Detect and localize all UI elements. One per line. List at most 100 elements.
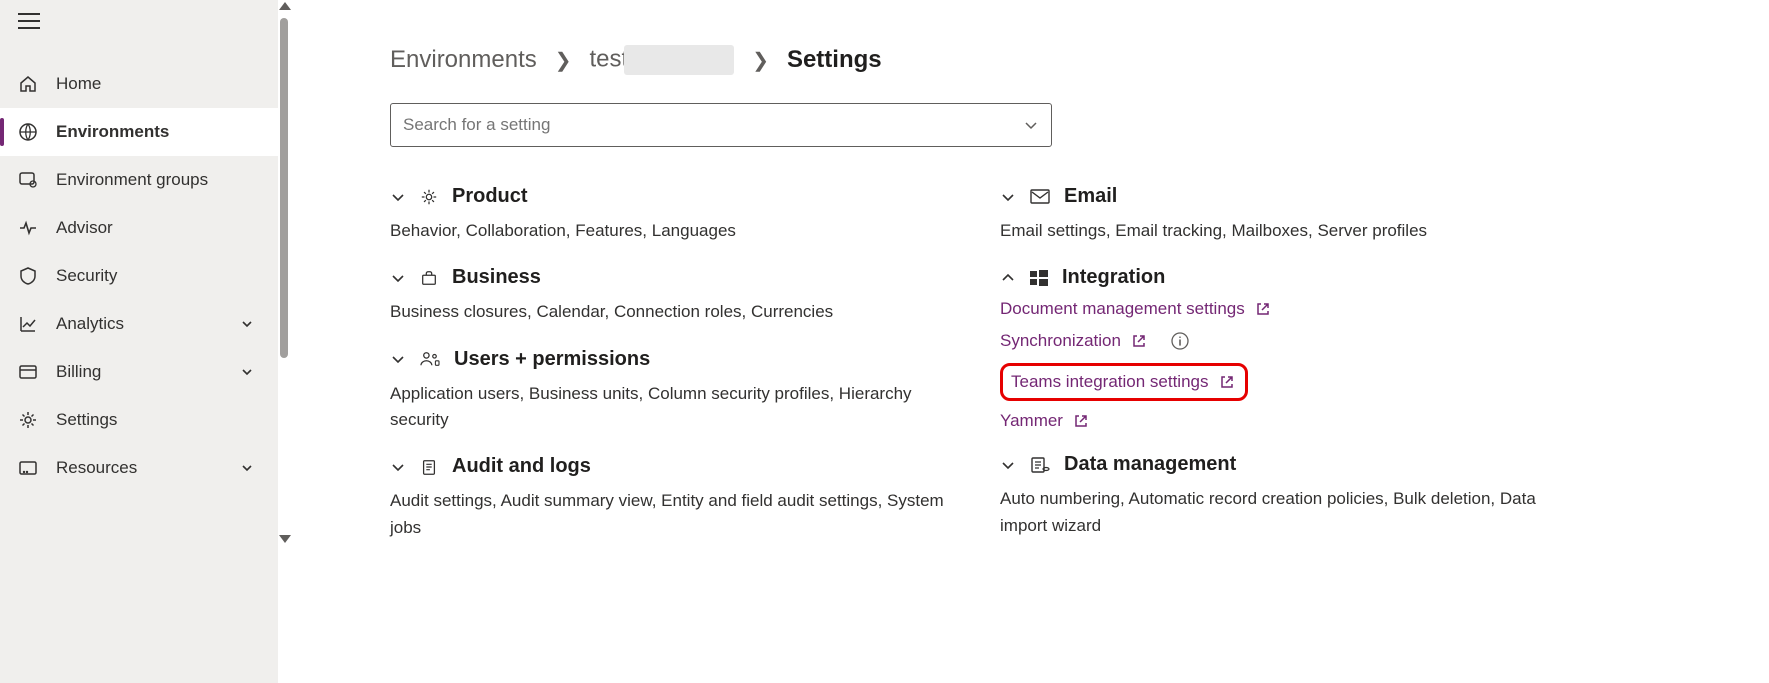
globe-icon	[18, 122, 40, 142]
sidebar-item-label: Advisor	[56, 218, 113, 238]
group-header-data-management[interactable]: Data management	[1000, 453, 1560, 476]
chevron-down-icon	[1000, 189, 1016, 205]
scroll-down-arrow[interactable]	[279, 535, 291, 543]
link-label: Document management settings	[1000, 299, 1245, 319]
scrollbar[interactable]	[278, 0, 292, 683]
hamburger-menu[interactable]	[0, 0, 278, 42]
redacted-block	[624, 45, 734, 75]
group-header-product[interactable]: Product	[390, 185, 950, 208]
sidebar-item-label: Environments	[56, 122, 169, 142]
group-integration: Integration Document management settings…	[1000, 266, 1560, 431]
group-business: Business Business closures, Calendar, Co…	[390, 266, 950, 325]
shield-icon	[18, 266, 40, 286]
group-title: Business	[452, 266, 541, 289]
link-yammer[interactable]: Yammer	[1000, 411, 1560, 431]
group-header-integration[interactable]: Integration	[1000, 266, 1560, 289]
sidebar-item-home[interactable]: Home	[0, 60, 278, 108]
sidebar-item-security[interactable]: Security	[0, 252, 278, 300]
chevron-down-icon	[390, 270, 406, 286]
open-external-icon	[1255, 301, 1271, 317]
chevron-down-icon	[1023, 117, 1039, 133]
group-audit-logs: Audit and logs Audit settings, Audit sum…	[390, 455, 950, 541]
sidebar-item-label: Resources	[56, 458, 137, 478]
resources-icon	[18, 458, 40, 478]
chevron-right-icon: ❯	[752, 48, 769, 73]
sidebar-item-label: Settings	[56, 410, 117, 430]
breadcrumb-environment-name[interactable]: test	[590, 45, 735, 75]
group-header-email[interactable]: Email	[1000, 185, 1560, 208]
group-subtext: Application users, Business units, Colum…	[390, 381, 950, 434]
open-external-icon	[1131, 333, 1147, 349]
briefcase-icon	[420, 269, 438, 287]
group-email: Email Email settings, Email tracking, Ma…	[1000, 185, 1560, 244]
home-icon	[18, 74, 40, 94]
group-subtext: Email settings, Email tracking, Mailboxe…	[1000, 218, 1560, 244]
users-icon	[420, 350, 440, 368]
sidebar-item-label: Analytics	[56, 314, 124, 334]
group-title: Integration	[1062, 266, 1165, 289]
group-subtext: Auto numbering, Automatic record creatio…	[1000, 486, 1560, 539]
group-title: Users + permissions	[454, 348, 650, 371]
group-header-audit[interactable]: Audit and logs	[390, 455, 950, 478]
search-settings-combobox[interactable]	[390, 103, 1052, 147]
billing-icon	[18, 362, 40, 382]
sidebar-item-analytics[interactable]: Analytics	[0, 300, 278, 348]
link-document-management[interactable]: Document management settings	[1000, 299, 1560, 319]
link-label: Synchronization	[1000, 331, 1121, 351]
environment-groups-icon	[18, 170, 40, 190]
group-title: Audit and logs	[452, 455, 591, 478]
group-title: Product	[452, 185, 528, 208]
scroll-thumb[interactable]	[280, 18, 288, 358]
settings-column-right: Email Email settings, Email tracking, Ma…	[1000, 185, 1560, 563]
settings-column-left: Product Behavior, Collaboration, Feature…	[390, 185, 950, 563]
sidebar: Home Environments Environment groups Adv…	[0, 0, 278, 683]
breadcrumb-environments[interactable]: Environments	[390, 46, 537, 74]
sidebar-item-label: Environment groups	[56, 170, 208, 190]
group-users-permissions: Users + permissions Application users, B…	[390, 348, 950, 434]
open-external-icon	[1073, 413, 1089, 429]
chevron-right-icon: ❯	[555, 48, 572, 73]
group-subtext: Business closures, Calendar, Connection …	[390, 299, 950, 325]
link-label: Teams integration settings	[1011, 372, 1209, 392]
chevron-down-icon	[1000, 457, 1016, 473]
search-input[interactable]	[403, 115, 1023, 135]
sidebar-item-label: Security	[56, 266, 117, 286]
group-header-users[interactable]: Users + permissions	[390, 348, 950, 371]
group-subtext: Behavior, Collaboration, Features, Langu…	[390, 218, 950, 244]
open-external-icon	[1219, 374, 1235, 390]
pulse-icon	[18, 218, 40, 238]
sidebar-item-environment-groups[interactable]: Environment groups	[0, 156, 278, 204]
group-data-management: Data management Auto numbering, Automati…	[1000, 453, 1560, 539]
chevron-down-icon	[240, 317, 254, 331]
chevron-up-icon	[1000, 270, 1016, 286]
group-title: Email	[1064, 185, 1117, 208]
chevron-down-icon	[240, 365, 254, 379]
info-icon[interactable]	[1171, 332, 1189, 350]
chevron-down-icon	[390, 189, 406, 205]
breadcrumb-current: Settings	[787, 46, 882, 74]
breadcrumb-env-text: test	[590, 45, 629, 72]
link-synchronization[interactable]: Synchronization	[1000, 331, 1560, 351]
chart-icon	[18, 314, 40, 334]
sidebar-item-environments[interactable]: Environments	[0, 108, 278, 156]
breadcrumb: Environments ❯ test ❯ Settings	[390, 45, 1689, 75]
chevron-down-icon	[390, 351, 406, 367]
clipboard-icon	[420, 458, 438, 476]
chevron-down-icon	[390, 459, 406, 475]
link-teams-integration-highlighted[interactable]: Teams integration settings	[1000, 363, 1248, 401]
sidebar-item-billing[interactable]: Billing	[0, 348, 278, 396]
mail-icon	[1030, 189, 1050, 205]
sidebar-item-settings[interactable]: Settings	[0, 396, 278, 444]
sidebar-item-label: Home	[56, 74, 101, 94]
group-header-business[interactable]: Business	[390, 266, 950, 289]
link-label: Yammer	[1000, 411, 1063, 431]
gear-icon	[18, 410, 40, 430]
scroll-up-arrow[interactable]	[279, 2, 291, 10]
sidebar-item-resources[interactable]: Resources	[0, 444, 278, 492]
group-subtext: Audit settings, Audit summary view, Enti…	[390, 488, 950, 541]
main-content: Environments ❯ test ❯ Settings Product B…	[310, 0, 1769, 683]
group-title: Data management	[1064, 453, 1236, 476]
data-icon	[1030, 456, 1050, 474]
sidebar-item-label: Billing	[56, 362, 101, 382]
sidebar-item-advisor[interactable]: Advisor	[0, 204, 278, 252]
